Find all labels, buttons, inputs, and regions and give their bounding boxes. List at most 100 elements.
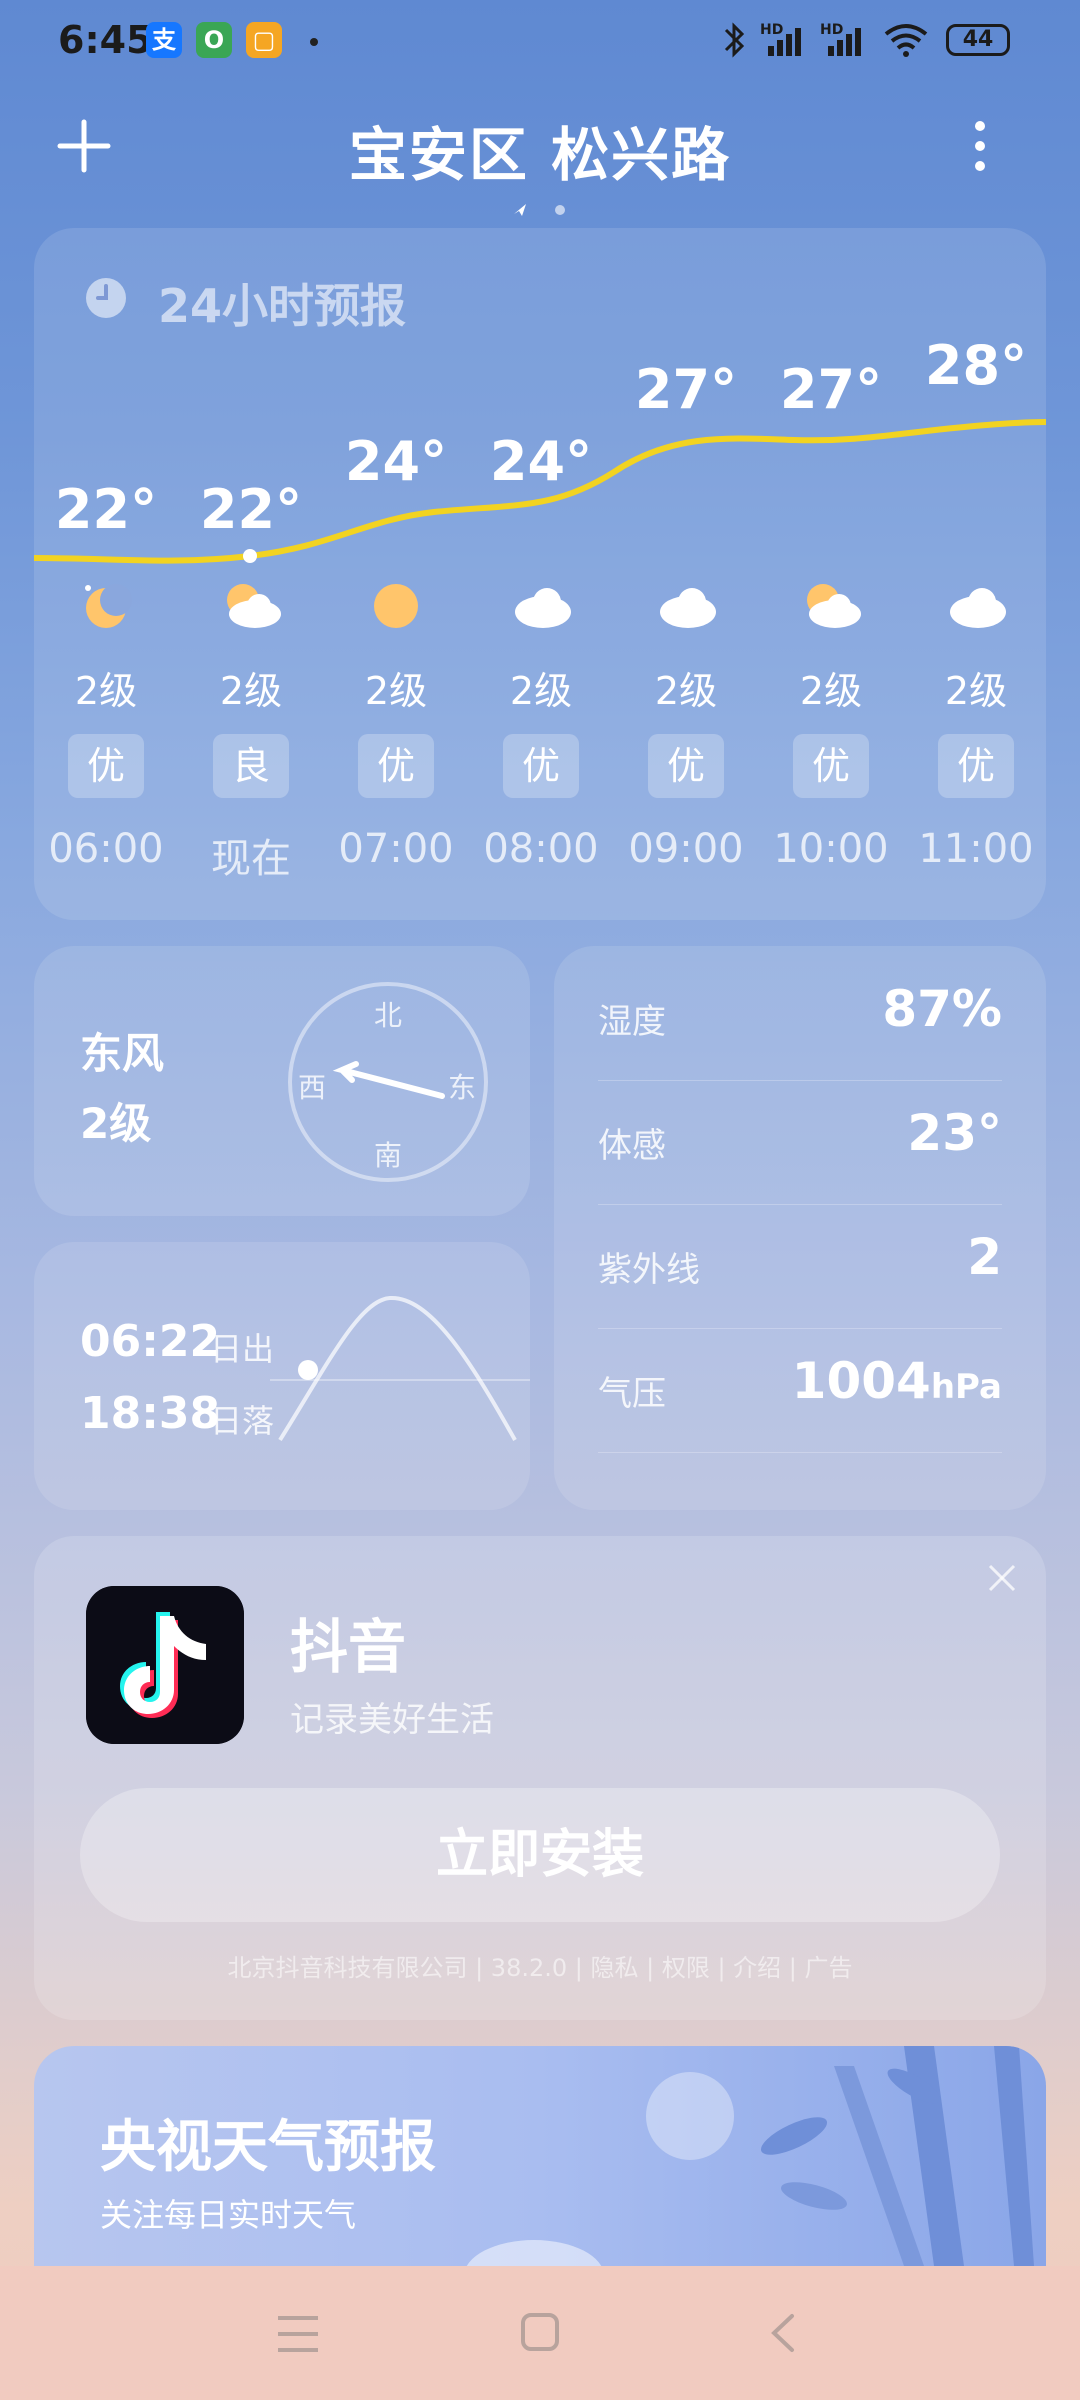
aqi-badge: 优	[68, 734, 144, 798]
detail-row: 紫外线 2	[598, 1204, 1002, 1329]
douyin-logo-icon[interactable]	[86, 1586, 244, 1744]
cloud-icon	[944, 578, 1008, 632]
hour-aqi: 优	[326, 734, 466, 798]
compass-east: 东	[448, 1071, 477, 1104]
aqi-badge: 优	[938, 734, 1014, 798]
aqi-badge: 优	[648, 734, 724, 798]
forecast-hour-temp: 24°	[471, 430, 611, 493]
detail-value: 1004hPa	[791, 1352, 1002, 1410]
sunset-time: 18:38	[80, 1388, 221, 1439]
battery-indicator: 44	[946, 24, 1010, 56]
sunrise-time: 06:22	[80, 1316, 221, 1367]
detail-unit: hPa	[930, 1367, 1002, 1407]
hour-temperature: 24°	[344, 430, 448, 493]
hour-temperature: 27°	[779, 358, 883, 421]
signal-icon-2	[828, 28, 861, 56]
hour-time-label: 08:00	[483, 826, 599, 872]
sun-icon	[364, 578, 428, 632]
app-name: 抖音	[290, 1613, 407, 1681]
page-indicator	[514, 204, 565, 216]
cloud-icon	[509, 578, 573, 632]
ad-footer-links[interactable]: 北京抖音科技有限公司 | 38.2.0 | 隐私 | 权限 | 介绍 | 广告	[34, 1948, 1046, 1983]
detail-value: 2	[967, 1228, 1002, 1286]
hour-time-label: 现在	[211, 836, 291, 882]
more-options-button[interactable]	[960, 118, 1000, 174]
message-notification-icon: ▢	[246, 22, 282, 58]
status-bar: 6:45 支 O ▢ HD HD 44	[0, 0, 1080, 80]
hour-temperature: 27°	[634, 358, 738, 421]
hour-wind-level: 2级	[654, 669, 718, 713]
hour-aqi: 优	[471, 734, 611, 798]
hour-aqi: 优	[761, 734, 901, 798]
forecast-hour-temp: 22°	[36, 478, 176, 541]
forecast-title: 24小时预报	[158, 279, 407, 333]
home-nav-button[interactable]	[520, 2312, 560, 2352]
close-ad-button[interactable]	[984, 1560, 1020, 1596]
menu-nav-button[interactable]	[276, 2314, 320, 2354]
hour-temperature: 24°	[489, 430, 593, 493]
sun-arc	[270, 1295, 530, 1442]
app-notification-icon: O	[196, 22, 232, 58]
aqi-badge: 良	[213, 734, 289, 798]
forecast-hour-temp: 22°	[181, 478, 321, 541]
detail-row: 气压 1004hPa	[598, 1328, 1002, 1453]
hour-time-label: 09:00	[628, 826, 744, 872]
more-notifications-dot	[310, 38, 318, 46]
cctv-title: 央视天气预报	[100, 2115, 436, 2180]
aqi-badge: 优	[793, 734, 869, 798]
hour-aqi: 优	[616, 734, 756, 798]
hour-aqi: 优	[906, 734, 1046, 798]
signal-icon-1	[768, 28, 801, 56]
compass-west: 西	[298, 1071, 327, 1104]
detail-label: 气压	[598, 1374, 666, 1414]
sunrise-label: 日出	[210, 1330, 275, 1368]
location-arrow-icon	[514, 204, 526, 216]
forecast-hour-temp: 24°	[326, 430, 466, 493]
detail-row: 体感 23°	[598, 1080, 1002, 1205]
hour-time-label: 11:00	[918, 826, 1034, 872]
hour-wind-level: 2级	[799, 669, 863, 713]
cloud-icon	[654, 578, 718, 632]
hour-wind-level: 2级	[509, 669, 573, 713]
sunset-label: 日落	[210, 1402, 275, 1440]
partly-cloudy-icon	[799, 578, 863, 632]
partly-cloudy-icon	[219, 578, 283, 632]
status-time: 6:45	[58, 18, 153, 62]
hour-temperature: 28°	[924, 334, 1028, 397]
hour-aqi: 良	[181, 734, 321, 798]
detail-label: 湿度	[598, 1002, 666, 1042]
moon-partly-cloudy-icon	[74, 578, 138, 632]
hour-time-label: 10:00	[773, 826, 889, 872]
detail-label: 体感	[598, 1126, 666, 1166]
forecast-hour-temp: 27°	[761, 358, 901, 421]
bluetooth-icon	[724, 22, 745, 58]
alipay-icon: 支	[146, 22, 182, 58]
forecast-hour-temp: 28°	[906, 334, 1046, 397]
aqi-badge: 优	[503, 734, 579, 798]
page-title: 宝安区 松兴路	[348, 121, 732, 189]
hour-temperature: 22°	[199, 478, 303, 541]
hour-wind-level: 2级	[364, 669, 428, 713]
hour-time-label: 07:00	[338, 826, 454, 872]
detail-value: 23°	[907, 1104, 1002, 1162]
hour-wind-level: 2级	[944, 669, 1008, 713]
hour-temperature: 22°	[54, 478, 158, 541]
wind-level: 2级	[80, 1099, 152, 1148]
wind-direction: 东风	[80, 1029, 165, 1078]
wifi-icon	[884, 24, 928, 57]
detail-value: 87%	[882, 980, 1002, 1038]
detail-row: 湿度 87%	[598, 956, 1002, 1081]
hour-aqi: 优	[36, 734, 176, 798]
current-time-marker	[243, 549, 257, 563]
hour-wind-level: 2级	[74, 669, 138, 713]
cctv-subtitle: 关注每日实时天气	[100, 2196, 357, 2234]
forecast-hour-temp: 27°	[616, 358, 756, 421]
clock-icon	[86, 278, 126, 318]
sun-position-icon	[298, 1360, 318, 1380]
back-nav-button[interactable]	[768, 2312, 798, 2354]
install-button[interactable]: 立即安装	[80, 1788, 1000, 1922]
hour-time-label: 06:00	[48, 826, 164, 872]
compass-north: 北	[374, 999, 403, 1032]
app-description: 记录美好生活	[290, 1700, 494, 1740]
compass-south: 南	[374, 1139, 403, 1172]
